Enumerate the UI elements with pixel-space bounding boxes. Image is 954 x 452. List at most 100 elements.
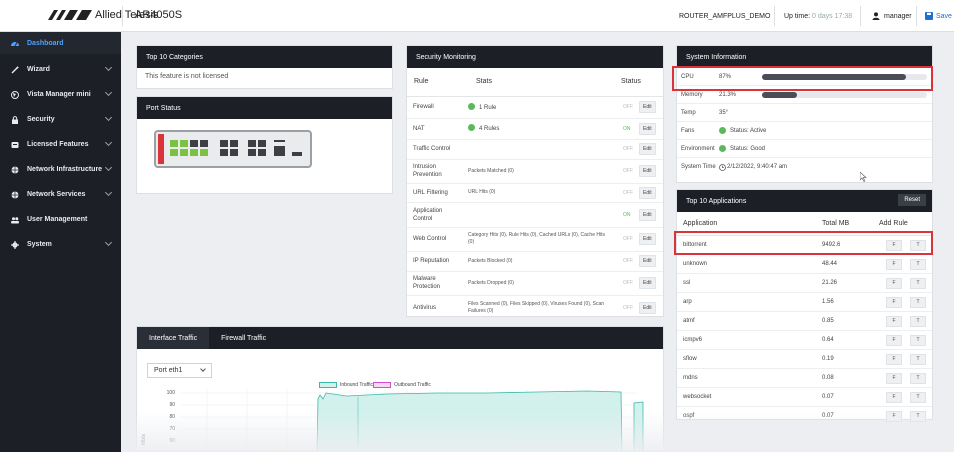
chevron-down-icon xyxy=(104,163,113,172)
port-led xyxy=(220,140,228,147)
sidebar-item-system[interactable]: System xyxy=(0,232,121,257)
column-header-status: Status xyxy=(617,68,663,97)
chevron-down-icon xyxy=(104,188,113,197)
add-rule-t-button[interactable]: T xyxy=(910,316,926,327)
table-row: Web Control Category Hits (0), Rule Hits … xyxy=(407,227,663,252)
sidebar: Dashboard Wizard Vista Manager mini Secu… xyxy=(0,32,121,452)
rule-status: OFF xyxy=(617,227,639,252)
add-rule-t-button[interactable]: T xyxy=(910,297,926,308)
memory-value: 21.3% xyxy=(719,91,737,98)
rule-stats-text: Packets Dropped (0) xyxy=(468,279,514,286)
sidebar-item-security[interactable]: Security xyxy=(0,107,121,132)
edit-button[interactable]: Edit xyxy=(639,301,656,314)
edit-button[interactable]: Edit xyxy=(639,208,656,221)
edit-button[interactable]: Edit xyxy=(639,143,656,155)
add-rule-f-button[interactable]: F xyxy=(886,240,902,251)
add-rule-t-button[interactable]: T xyxy=(910,240,926,251)
check-circle-icon xyxy=(468,102,475,110)
rule-status: OFF xyxy=(617,295,639,321)
sidebar-item-dashboard[interactable]: Dashboard xyxy=(0,32,121,54)
sidebar-item-wizard[interactable]: Wizard xyxy=(0,57,121,82)
temp-label: Temp xyxy=(681,109,696,116)
status-badge: ON xyxy=(623,125,631,132)
app-total-mb: 0.07 xyxy=(822,394,834,400)
rule-status: ON xyxy=(617,202,639,228)
security-monitoring-panel: Security Monitoring Rule Stats Status Fi… xyxy=(406,45,664,321)
add-rule-t-button[interactable]: T xyxy=(910,259,926,270)
edit-button[interactable]: Edit xyxy=(639,277,656,289)
rule-edit-cell: Edit xyxy=(639,96,663,119)
add-rule-t-button[interactable]: T xyxy=(910,335,926,346)
user-menu[interactable]: manager xyxy=(872,0,912,32)
rule-edit-cell: Edit xyxy=(639,295,663,321)
add-rule-f-button[interactable]: F xyxy=(886,335,902,346)
cpu-bar xyxy=(762,74,927,80)
add-rule-f-button[interactable]: F xyxy=(886,392,902,403)
edit-button[interactable]: Edit xyxy=(639,165,656,177)
rule-stats: Files Scanned (0), Files Skipped (0), Vi… xyxy=(462,295,617,321)
table-row: NAT 4 Rules ON Edit xyxy=(407,118,663,140)
list-item: ssl 21.26 F T xyxy=(677,274,932,293)
rule-name: NAT xyxy=(407,118,462,140)
chevron-down-icon xyxy=(104,63,113,72)
environment-row: Environment Status: Good xyxy=(677,140,932,158)
chevron-down-icon xyxy=(104,238,113,247)
edit-button[interactable]: Edit xyxy=(639,122,656,135)
status-ok-icon xyxy=(719,145,726,152)
add-rule-f-button[interactable]: F xyxy=(886,411,902,422)
rule-edit-cell: Edit xyxy=(639,183,663,203)
system-information-title: System Information xyxy=(677,46,932,68)
list-item: bittorrent 9492.6 F T xyxy=(677,236,932,255)
sidebar-item-vista-manager-mini[interactable]: Vista Manager mini xyxy=(0,82,121,107)
sidebar-item-network-services[interactable]: Network Services xyxy=(0,182,121,207)
environment-label: Environment xyxy=(681,145,715,152)
port-led xyxy=(248,140,256,147)
add-rule-t-button[interactable]: T xyxy=(910,354,926,365)
add-rule-t-button[interactable]: T xyxy=(910,392,926,403)
rule-stats: Packets Blocked (0) xyxy=(462,251,617,272)
add-rule-f-button[interactable]: F xyxy=(886,354,902,365)
status-badge: OFF xyxy=(623,189,633,196)
app-total-mb: 0.64 xyxy=(822,337,834,343)
rule-status: OFF xyxy=(617,159,639,184)
sidebar-item-user-management[interactable]: User Management xyxy=(0,207,121,232)
reset-button[interactable]: Reset xyxy=(898,194,926,206)
app-name: unknown xyxy=(683,261,708,267)
list-item: atmf 0.85 F T xyxy=(677,312,932,331)
add-rule-t-button[interactable]: T xyxy=(910,373,926,384)
app-total-mb: 48.44 xyxy=(822,261,838,267)
status-badge: OFF xyxy=(623,258,633,264)
table-row: Traffic Control OFF Edit xyxy=(407,139,663,160)
system-time-row: System Time 2/12/2022, 9:40:47 am xyxy=(677,158,932,176)
top-bar: Allied Telesis AR4050S ROUTER_AMFPLUS_DE… xyxy=(0,0,954,32)
sidebar-item-network-infrastructure[interactable]: Network Infrastructure xyxy=(0,157,121,182)
status-badge: OFF xyxy=(623,304,633,311)
status-badge: ON xyxy=(623,211,631,218)
port-group xyxy=(170,149,208,156)
rule-stats-text: 4 Rules xyxy=(479,126,500,132)
license-icon xyxy=(11,141,19,148)
edit-button[interactable]: Edit xyxy=(639,255,656,267)
add-rule-f-button[interactable]: F xyxy=(886,278,902,289)
port-led xyxy=(230,140,238,147)
status-badge: OFF xyxy=(623,168,633,174)
apps-table-header: Application Total MB Add Rule xyxy=(677,212,932,236)
add-rule-t-button[interactable]: T xyxy=(910,278,926,289)
user-name: manager xyxy=(884,12,912,20)
sidebar-item-licensed-features[interactable]: Licensed Features xyxy=(0,132,121,157)
rule-status: ON xyxy=(617,118,639,140)
edit-button[interactable]: Edit xyxy=(639,101,656,113)
app-total-mb: 1.56 xyxy=(822,299,834,305)
usb-port xyxy=(274,146,285,156)
app-name: atmf xyxy=(683,318,695,324)
edit-button[interactable]: Edit xyxy=(639,186,656,199)
add-rule-f-button[interactable]: F xyxy=(886,259,902,270)
add-rule-t-button[interactable]: T xyxy=(910,411,926,422)
save-button[interactable]: Save xyxy=(925,0,952,32)
edit-button[interactable]: Edit xyxy=(639,233,656,245)
rule-status: OFF xyxy=(617,251,639,272)
add-rule-f-button[interactable]: F xyxy=(886,373,902,384)
app-total-mb: 21.26 xyxy=(822,280,838,286)
add-rule-f-button[interactable]: F xyxy=(886,297,902,308)
add-rule-f-button[interactable]: F xyxy=(886,316,902,327)
